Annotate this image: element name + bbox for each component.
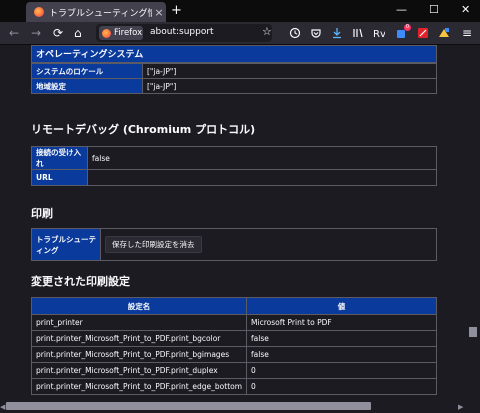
setting-value: false <box>246 330 437 347</box>
pocket-icon[interactable] <box>310 27 322 39</box>
printing-heading: 印刷 <box>31 207 53 220</box>
table-row: URL <box>31 169 437 186</box>
table-row: print_printer Microsoft Print to PDF <box>30 314 437 331</box>
library-icon[interactable] <box>352 27 364 39</box>
row-label: URL <box>31 169 88 186</box>
row-value: ["ja-JP"] <box>142 78 437 94</box>
minimize-button[interactable]: — <box>396 3 407 16</box>
title-bar: トラブルシューティング情報 × + — ☐ ✕ <box>0 0 480 22</box>
home-button[interactable]: ⌂ <box>74 25 82 41</box>
row-label: 接続の受け入れ <box>31 146 88 170</box>
vertical-scroll-thumb[interactable] <box>469 327 477 337</box>
row-value: false <box>87 146 437 170</box>
bookmark-star-icon[interactable]: ☆ <box>262 25 272 38</box>
column-header-name: 設定名 <box>30 297 248 315</box>
modified-print-table: 設定名 値 print_printer Microsoft Print to P… <box>30 297 437 395</box>
url-text[interactable]: about:support <box>150 27 214 37</box>
close-window-button[interactable]: ✕ <box>461 3 470 16</box>
row-value: ["ja-JP"] <box>142 63 437 79</box>
vertical-scrollbar[interactable] <box>466 45 480 400</box>
clear-print-settings-button[interactable]: 保存した印刷設定を消去 <box>105 236 202 253</box>
setting-value: 0 <box>246 378 437 395</box>
maximize-button[interactable]: ☐ <box>429 3 439 16</box>
setting-name: print.printer_Microsoft_Print_to_PDF.pri… <box>30 330 248 347</box>
extension-red-icon[interactable] <box>417 27 429 39</box>
identity-label: Firefox <box>114 28 143 38</box>
table-row: print.printer_Microsoft_Print_to_PDF.pri… <box>30 378 437 395</box>
identity-box[interactable]: Firefox <box>99 26 143 40</box>
rv-extension-icon[interactable]: Rv <box>373 27 385 39</box>
table-row: print.printer_Microsoft_Print_to_PDF.pri… <box>30 330 437 347</box>
page-content: オペレーティングシステム システムのロケール ["ja-JP"] 地域設定 ["… <box>0 45 466 400</box>
row-value: 保存した印刷設定を消去 <box>100 228 437 261</box>
table-row: 地域設定 ["ja-JP"] <box>31 78 437 94</box>
new-tab-button[interactable]: + <box>171 3 182 18</box>
extension-yellow-icon[interactable] <box>438 27 450 39</box>
table-row: print.printer_Microsoft_Print_to_PDF.pri… <box>30 362 437 379</box>
remote-debug-heading: リモートデバッグ (Chromium プロトコル) <box>31 123 256 136</box>
setting-name: print.printer_Microsoft_Print_to_PDF.pri… <box>30 378 248 395</box>
tab-close-icon[interactable]: × <box>152 6 166 19</box>
table-row: print.printer_Microsoft_Print_to_PDF.pri… <box>30 346 437 363</box>
url-bar[interactable]: Firefox about:support <box>96 24 272 42</box>
remote-debug-table: 接続の受け入れ false URL <box>31 146 437 186</box>
table-header-row: 設定名 値 <box>30 297 437 315</box>
download-icon[interactable] <box>331 27 343 39</box>
setting-name: print.printer_Microsoft_Print_to_PDF.pri… <box>30 362 248 379</box>
operating-system-heading: オペレーティングシステム <box>31 45 437 63</box>
tab-troubleshooting[interactable]: トラブルシューティング情報 × <box>26 2 166 22</box>
setting-name: print_printer <box>30 314 248 331</box>
row-value <box>87 169 437 186</box>
modified-print-heading: 変更された印刷設定 <box>31 275 130 288</box>
svg-text:Rv: Rv <box>373 29 385 39</box>
row-label: トラブルシューティング <box>31 228 101 261</box>
menu-button[interactable]: ≡ <box>462 25 472 41</box>
reload-button[interactable]: ⟳ <box>53 25 63 41</box>
scroll-right-arrow-icon[interactable]: ▶ <box>458 403 463 411</box>
tab-title: トラブルシューティング情報 <box>49 8 152 19</box>
row-label: 地域設定 <box>31 78 143 94</box>
table-row: 接続の受け入れ false <box>31 146 437 170</box>
firefox-icon <box>34 7 44 17</box>
horizontal-scrollbar[interactable]: ◀ ▶ <box>0 400 466 413</box>
scroll-left-arrow-icon[interactable]: ◀ <box>0 403 5 411</box>
table-row: トラブルシューティング 保存した印刷設定を消去 <box>31 228 437 261</box>
forward-button[interactable]: → <box>31 25 41 41</box>
extension-badge: 0 <box>404 24 411 31</box>
setting-value: Microsoft Print to PDF <box>246 314 437 331</box>
setting-name: print.printer_Microsoft_Print_to_PDF.pri… <box>30 346 248 363</box>
printing-table: トラブルシューティング 保存した印刷設定を消去 <box>31 228 437 261</box>
firefox-icon <box>102 28 111 38</box>
horizontal-scroll-thumb[interactable] <box>6 402 371 410</box>
history-icon[interactable] <box>289 27 301 39</box>
row-label: システムのロケール <box>31 63 143 79</box>
setting-value: 0 <box>246 362 437 379</box>
back-button[interactable]: ← <box>9 25 19 41</box>
setting-value: false <box>246 346 437 363</box>
column-header-value: 値 <box>246 297 437 315</box>
table-row: システムのロケール ["ja-JP"] <box>31 63 437 79</box>
operating-system-table: システムのロケール ["ja-JP"] 地域設定 ["ja-JP"] <box>31 63 437 94</box>
